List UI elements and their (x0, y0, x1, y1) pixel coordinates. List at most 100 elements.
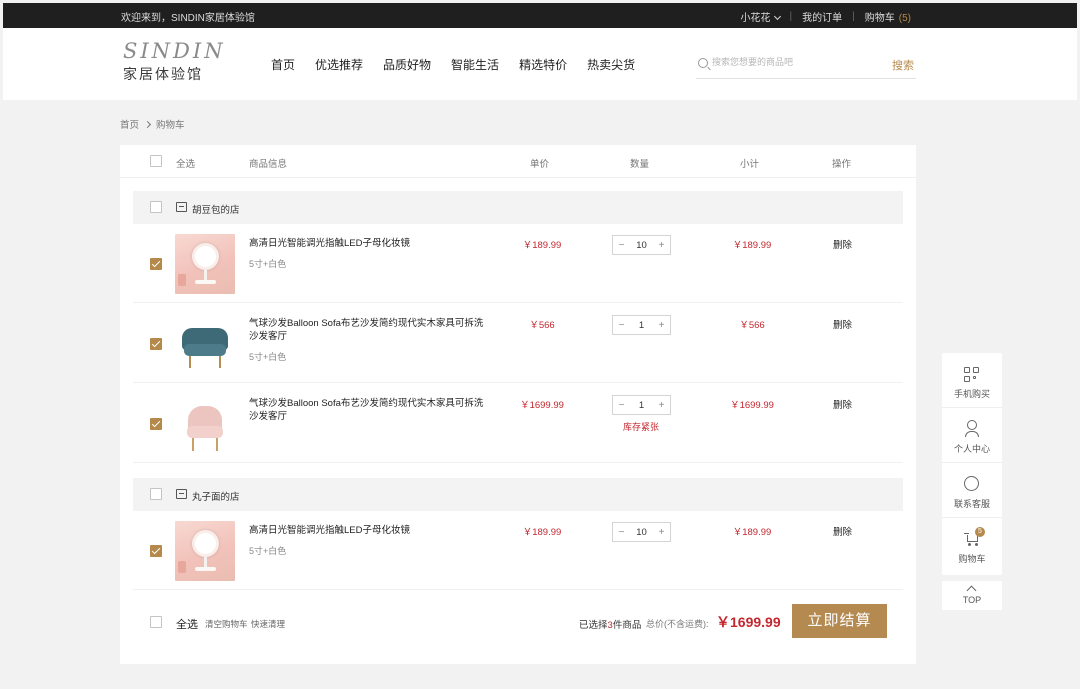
product-title[interactable]: 高清日光智能调光指触LED子母化妆镜 (249, 524, 489, 537)
item-subtotal: ￥1699.99 (730, 400, 774, 411)
divider: | (852, 11, 855, 22)
sidebar-mobile-buy[interactable]: 手机购买 (942, 353, 1002, 408)
chevron-down-icon (773, 12, 781, 21)
header-select-all: 全选 (176, 159, 196, 170)
product-title[interactable]: 气球沙发Balloon Sofa布艺沙发简约现代实木家具可拆洗沙发客厅 (249, 397, 489, 423)
sidebar-label: 个人中心 (953, 444, 990, 454)
quantity-stepper: − 1 + (612, 315, 671, 335)
stock-warning: 库存紧张 (622, 422, 659, 432)
shop-header: 丸子面的店 (133, 478, 903, 511)
top-cart-count: (5) (898, 13, 911, 24)
shop-header: 胡豆包的店 (133, 191, 903, 224)
quick-clean-link[interactable]: 快速清理 (251, 618, 285, 630)
product-title[interactable]: 气球沙发Balloon Sofa布艺沙发简约现代实木家具可拆洗沙发客厅 (249, 317, 489, 343)
search-button[interactable]: 搜索 (892, 57, 914, 73)
item-checkbox[interactable] (150, 258, 162, 270)
top-bar: 欢迎来到，SINDIN家居体验馆 小花花 | 我的订单 | 购物车 (5) (3, 3, 1077, 28)
user-menu[interactable]: 小花花 (740, 9, 781, 24)
search-icon (698, 58, 708, 68)
sidebar-cart[interactable]: 5 购物车 (942, 518, 1002, 573)
unit-price: ￥1699.99 (520, 400, 564, 411)
product-image-mirror[interactable] (175, 521, 235, 581)
quantity-value[interactable]: 1 (630, 400, 653, 411)
search-input[interactable] (712, 57, 862, 67)
total-label: 总价(不含运费): (646, 619, 709, 629)
breadcrumb-home[interactable]: 首页 (120, 117, 139, 131)
item-checkbox[interactable] (150, 545, 162, 557)
footer-select-all[interactable]: 全选 (176, 616, 198, 632)
breadcrumb: 首页 购物车 (120, 117, 185, 131)
item-checkbox[interactable] (150, 338, 162, 350)
select-all-checkbox-header[interactable] (150, 155, 162, 167)
selected-summary: 已选择3件商品 (579, 617, 641, 631)
product-title[interactable]: 高清日光智能调光指触LED子母化妆镜 (249, 237, 489, 250)
quantity-stepper: − 10 + (612, 522, 671, 542)
sidebar-label: 购物车 (958, 554, 986, 564)
item-checkbox[interactable] (150, 418, 162, 430)
nav-item-home[interactable]: 首页 (271, 56, 295, 73)
shop-checkbox[interactable] (150, 488, 162, 500)
header-unit-price: 单价 (530, 159, 550, 170)
logo-wordmark: SINDIN (123, 39, 226, 63)
nav-item-recommended[interactable]: 优选推荐 (315, 56, 363, 73)
header-quantity: 数量 (630, 159, 650, 170)
cart-item: 气球沙发Balloon Sofa布艺沙发简约现代实木家具可拆洗沙发客厅 ￥169… (133, 384, 903, 463)
decrease-button[interactable]: − (613, 400, 630, 411)
logo-subtitle: 家居体验馆 (123, 66, 203, 82)
checkout-button[interactable]: 立即结算 (792, 604, 887, 638)
nav-item-quality[interactable]: 品质好物 (383, 56, 431, 73)
cart-panel: 全选 商品信息 单价 数量 小计 操作 胡豆包的店 高清日光智能调光指触LED子… (120, 145, 916, 664)
logo[interactable]: SINDIN 家居体验馆 (123, 40, 233, 84)
delete-button[interactable]: 删除 (833, 397, 852, 411)
top-cart-label: 购物车 (864, 13, 895, 24)
item-subtotal: ￥189.99 (732, 527, 772, 538)
cart-item: 高清日光智能调光指触LED子母化妆镜 5寸+白色 ￥189.99 − 10 + … (133, 511, 903, 590)
store-icon (176, 202, 187, 212)
clear-cart-link[interactable]: 清空购物车 (205, 618, 248, 630)
delete-button[interactable]: 删除 (833, 317, 852, 331)
item-subtotal: ￥566 (739, 320, 765, 331)
increase-button[interactable]: + (653, 400, 670, 411)
shop-checkbox[interactable] (150, 201, 162, 213)
quantity-value[interactable]: 10 (630, 240, 653, 251)
header-action: 操作 (832, 159, 852, 170)
cart-footer: 全选 清空购物车 快速清理 已选择3件商品 总价(不含运费): ￥1699.99… (120, 590, 916, 664)
nav-item-specials[interactable]: 精选特价 (519, 56, 567, 73)
sidebar-label: 联系客服 (953, 499, 990, 509)
user-name: 小花花 (740, 13, 771, 24)
delete-button[interactable]: 删除 (833, 237, 852, 251)
increase-button[interactable]: + (653, 240, 670, 251)
cart-badge: 5 (975, 527, 985, 537)
quantity-value[interactable]: 1 (630, 320, 653, 331)
decrease-button[interactable]: − (613, 527, 630, 538)
product-image-mirror[interactable] (175, 234, 235, 294)
chevron-right-icon (143, 120, 152, 128)
total-price: ￥1699.99 (716, 614, 781, 630)
sidebar-profile[interactable]: 个人中心 (942, 408, 1002, 463)
decrease-button[interactable]: − (613, 320, 630, 331)
back-to-top-button[interactable]: TOP (942, 581, 1002, 610)
increase-button[interactable]: + (653, 320, 670, 331)
quantity-value[interactable]: 10 (630, 527, 653, 538)
top-bar-links: 小花花 | 我的订单 | 购物车 (5) (741, 9, 911, 24)
my-orders-link[interactable]: 我的订单 (802, 9, 842, 24)
product-spec: 5寸+白色 (249, 259, 287, 269)
nav-item-hot[interactable]: 热卖尖货 (587, 56, 635, 73)
decrease-button[interactable]: − (613, 240, 630, 251)
nav-item-smart-life[interactable]: 智能生活 (451, 56, 499, 73)
site-header: SINDIN 家居体验馆 首页 优选推荐 品质好物 智能生活 精选特价 热卖尖货… (3, 28, 1077, 100)
top-cart-link[interactable]: 购物车 (5) (865, 9, 911, 24)
store-icon (176, 489, 187, 499)
user-icon (965, 420, 979, 438)
increase-button[interactable]: + (653, 527, 670, 538)
qr-code-icon (964, 367, 980, 383)
quantity-stepper: − 10 + (612, 235, 671, 255)
divider: | (789, 11, 793, 22)
product-image-blue-armchair[interactable] (175, 314, 235, 374)
select-all-checkbox-footer[interactable] (150, 616, 162, 628)
product-image-pink-armchair[interactable] (175, 394, 235, 454)
sidebar-customer-service[interactable]: 联系客服 (942, 463, 1002, 518)
product-spec: 5寸+白色 (249, 546, 287, 556)
delete-button[interactable]: 删除 (833, 524, 852, 538)
item-subtotal: ￥189.99 (732, 240, 772, 251)
